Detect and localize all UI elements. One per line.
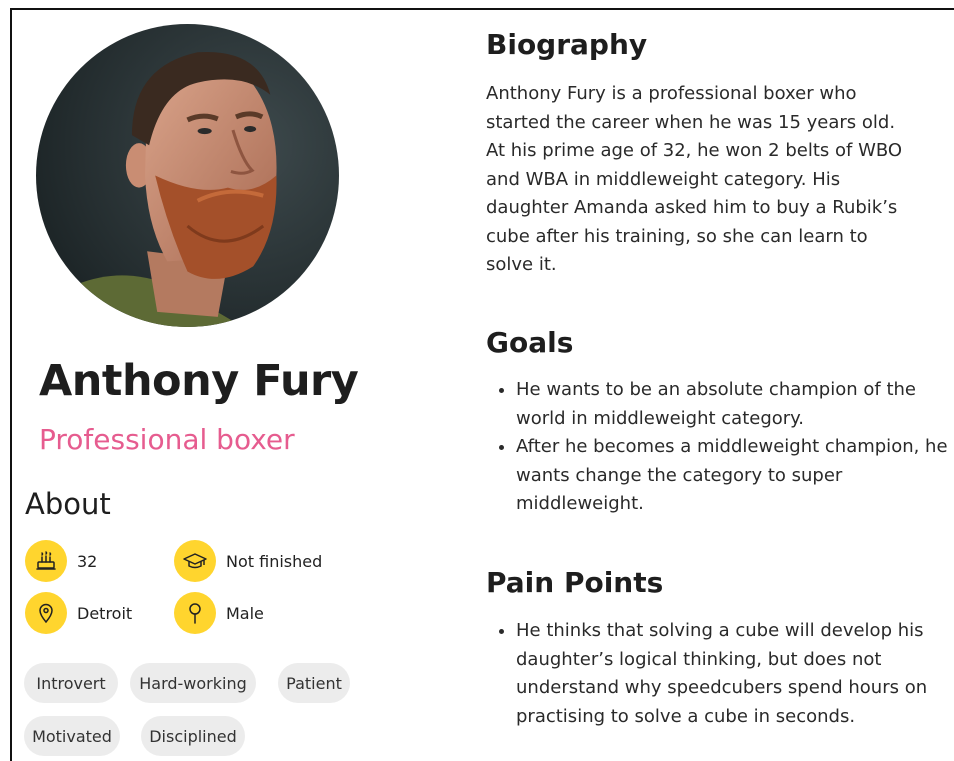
fact-gender: Male: [174, 592, 264, 634]
location-pin-icon: [25, 592, 67, 634]
fact-age: 32: [25, 540, 97, 582]
fact-location: Detroit: [25, 592, 132, 634]
graduation-cap-icon: [174, 540, 216, 582]
avatar: [36, 24, 339, 327]
biography-text: Anthony Fury is a professional boxer who…: [486, 83, 903, 275]
fact-education-value: Not finished: [226, 551, 323, 571]
pain-point-item: He thinks that solving a cube will devel…: [516, 617, 954, 731]
trait-tag: Motivated: [24, 716, 120, 756]
goals-list: He wants to be an absolute champion of t…: [486, 376, 954, 519]
biography-title: Biography: [486, 28, 648, 61]
fact-location-value: Detroit: [77, 603, 133, 623]
persona-role: Professional boxer: [39, 423, 295, 456]
trait-tag: Disciplined: [141, 716, 245, 756]
pain-points-title: Pain Points: [486, 566, 664, 599]
goals-title: Goals: [486, 326, 574, 359]
goal-item: After he becomes a middleweight champion…: [516, 433, 954, 519]
trait-tag: Introvert: [24, 663, 118, 703]
pain-points-list: He thinks that solving a cube will devel…: [486, 617, 954, 731]
fact-education: Not finished: [174, 540, 322, 582]
gender-icon: [174, 592, 216, 634]
goal-item: He wants to be an absolute champion of t…: [516, 376, 954, 433]
trait-tag: Hard-working: [130, 663, 256, 703]
persona-name: Anthony Fury: [39, 356, 359, 406]
about-title: About: [25, 487, 111, 521]
trait-tag: Patient: [278, 663, 350, 703]
avatar-portrait: [36, 24, 339, 327]
fact-age-value: 32: [77, 551, 98, 571]
birthday-cake-icon: [25, 540, 67, 582]
persona-card: Anthony Fury Professional boxer About 32: [10, 8, 954, 761]
fact-gender-value: Male: [226, 603, 264, 623]
